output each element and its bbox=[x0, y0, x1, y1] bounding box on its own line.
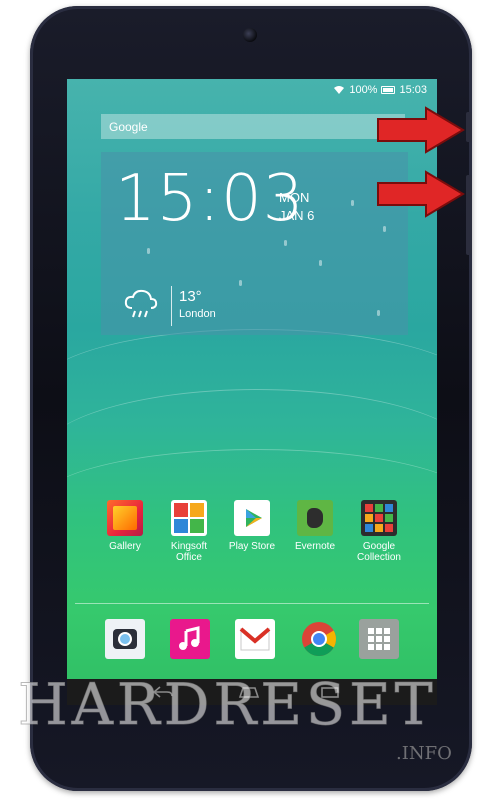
app-play-store[interactable]: Play Store bbox=[222, 500, 282, 552]
rain-drop bbox=[351, 200, 354, 206]
battery-percent: 100% bbox=[349, 84, 378, 96]
watermark-subtext: .INFO bbox=[396, 743, 452, 764]
rain-drop bbox=[319, 260, 322, 266]
wifi-icon bbox=[334, 86, 345, 94]
rain-drop bbox=[284, 240, 287, 246]
app-gallery[interactable]: Gallery bbox=[95, 500, 155, 552]
clock-day: MON bbox=[279, 190, 310, 205]
status-bar: 100% 15:03 bbox=[333, 81, 427, 99]
clock-time: 15:03 bbox=[115, 162, 305, 236]
rain-drop bbox=[377, 310, 380, 316]
red-arrow-icon bbox=[377, 170, 465, 218]
red-arrow-icon bbox=[377, 106, 465, 154]
battery-icon bbox=[381, 86, 396, 94]
weather-city: London bbox=[179, 308, 216, 320]
power-key[interactable] bbox=[466, 112, 472, 142]
app-evernote[interactable]: Evernote bbox=[285, 500, 345, 552]
app-drawer-icon[interactable] bbox=[359, 619, 399, 659]
clock-weather-widget[interactable]: 15:03 MON JAN 6 13° London bbox=[101, 152, 408, 335]
gmail-icon[interactable] bbox=[235, 619, 275, 659]
dock-divider bbox=[75, 603, 429, 604]
evernote-icon bbox=[297, 500, 333, 536]
weather-temperature: 13° bbox=[179, 288, 202, 305]
gallery-icon bbox=[107, 500, 143, 536]
weather-divider bbox=[171, 286, 172, 326]
rain-drop bbox=[239, 280, 242, 286]
camera-icon[interactable] bbox=[105, 619, 145, 659]
rain-cloud-icon bbox=[124, 289, 158, 318]
kingsoft-office-icon bbox=[171, 500, 207, 536]
status-time: 15:03 bbox=[399, 84, 427, 96]
clock-date: JAN 6 bbox=[279, 208, 315, 223]
app-label: Evernote bbox=[294, 541, 336, 552]
play-store-icon bbox=[234, 500, 270, 536]
google-search-bar[interactable]: Google bbox=[101, 114, 405, 139]
rain-drop bbox=[147, 248, 150, 254]
app-kingsoft-office[interactable]: Kingsoft Office bbox=[159, 500, 219, 563]
app-label: Gallery bbox=[109, 541, 141, 552]
google-search-label: Google bbox=[109, 119, 148, 134]
rain-drop bbox=[383, 226, 386, 232]
music-icon[interactable] bbox=[170, 619, 210, 659]
chrome-icon[interactable] bbox=[299, 619, 339, 659]
google-collection-icon bbox=[361, 500, 397, 536]
volume-key[interactable] bbox=[466, 175, 472, 255]
app-label: Play Store bbox=[228, 541, 276, 552]
app-label: Kingsoft Office bbox=[170, 541, 208, 563]
front-camera bbox=[243, 28, 257, 42]
watermark-text: HARDRESET bbox=[18, 672, 437, 739]
app-google-collection[interactable]: Google Collection bbox=[349, 500, 409, 563]
app-label: Google Collection bbox=[357, 541, 401, 563]
